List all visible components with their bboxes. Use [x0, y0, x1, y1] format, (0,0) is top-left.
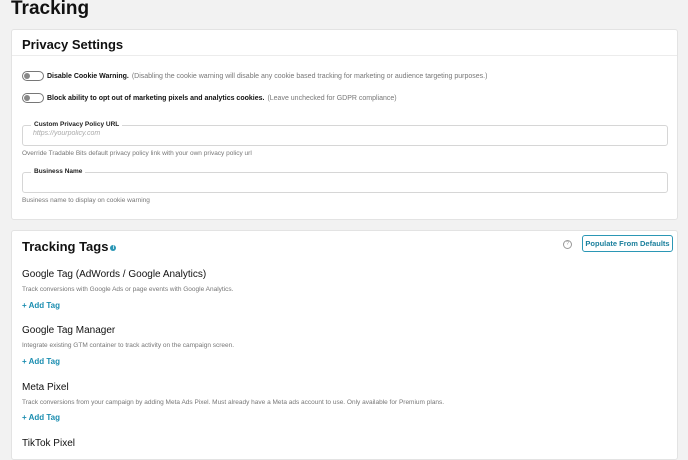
tracking-tags-title-text: Tracking Tags	[22, 239, 109, 254]
tag-title-google-tag: Google Tag (AdWords / Google Analytics)	[22, 269, 207, 280]
disable-cookie-warning-toggle[interactable]	[22, 71, 44, 81]
toggle-knob	[24, 95, 30, 101]
disable-cookie-warning-label: Disable Cookie Warning.	[47, 72, 129, 80]
privacy-policy-url-label: Custom Privacy Policy URL	[31, 121, 123, 128]
block-opt-out-row: Block ability to opt out of marketing pi…	[22, 91, 397, 105]
tag-title-meta-pixel: Meta Pixel	[22, 382, 69, 393]
privacy-policy-url-helper: Override Tradable Bits default privacy p…	[22, 150, 252, 157]
business-name-helper: Business name to display on cookie warni…	[22, 197, 150, 204]
tag-title-tiktok-pixel: TikTok Pixel	[22, 438, 75, 449]
business-name-field: Business Name	[22, 168, 668, 193]
tag-desc-google-tag-manager: Integrate existing GTM container to trac…	[22, 342, 235, 349]
add-google-tag-link[interactable]: + Add Tag	[22, 301, 60, 310]
add-meta-pixel-link[interactable]: + Add Tag	[22, 413, 60, 422]
tag-desc-meta-pixel: Track conversions from your campaign by …	[22, 399, 445, 406]
tracking-tags-title: Tracking Tags i	[22, 239, 117, 254]
add-google-tag-manager-link[interactable]: + Add Tag	[22, 357, 60, 366]
block-opt-out-hint: (Leave unchecked for GDPR compliance)	[267, 94, 397, 102]
tracking-tags-card: Tracking Tags i ? Populate From Defaults …	[11, 230, 678, 460]
block-opt-out-toggle[interactable]	[22, 93, 44, 103]
help-icon[interactable]: ?	[563, 240, 572, 249]
business-name-input[interactable]	[33, 177, 653, 184]
disable-cookie-warning-row: Disable Cookie Warning. (Disabling the c…	[22, 69, 487, 83]
business-name-label: Business Name	[31, 168, 86, 175]
tag-desc-google-tag: Track conversions with Google Ads or pag…	[22, 286, 234, 293]
tag-title-google-tag-manager: Google Tag Manager	[22, 325, 116, 336]
privacy-policy-url-field: Custom Privacy Policy URL	[22, 121, 668, 146]
page-title: Tracking	[11, 0, 90, 19]
privacy-policy-url-input[interactable]	[33, 130, 653, 137]
privacy-settings-card: Privacy Settings Disable Cookie Warning.…	[11, 29, 678, 220]
info-icon[interactable]: i	[110, 244, 117, 251]
toggle-knob	[24, 73, 30, 79]
privacy-settings-header: Privacy Settings	[12, 30, 677, 56]
block-opt-out-label: Block ability to opt out of marketing pi…	[47, 94, 265, 102]
populate-from-defaults-button[interactable]: Populate From Defaults	[582, 235, 673, 252]
disable-cookie-warning-hint: (Disabling the cookie warning will disab…	[131, 72, 488, 80]
privacy-settings-title: Privacy Settings	[22, 37, 124, 52]
